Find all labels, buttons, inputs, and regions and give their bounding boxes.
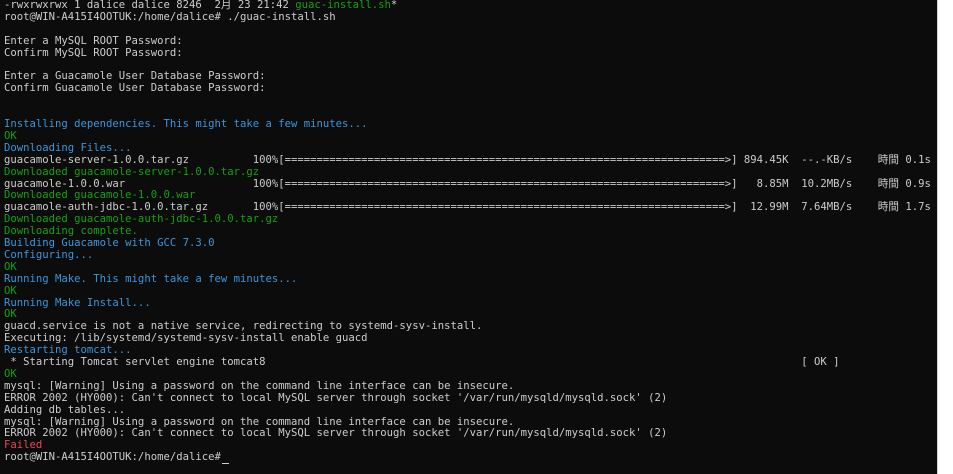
terminal-line: Running Make Install... <box>4 296 151 310</box>
terminal-line: root@WIN-A415I4OOTUK:/home/dalice# <box>4 451 229 465</box>
terminal-text-segment: guacd.service is not a native service, r… <box>4 320 483 333</box>
terminal-text-segment: Configuring... <box>4 248 94 261</box>
terminal-text-segment: guacamole-1.0.0.war 100%[===============… <box>4 177 931 190</box>
terminal-text-segment: mysql: [Warning] Using a password on the… <box>4 415 515 428</box>
terminal-text-segment: mysql: [Warning] Using a password on the… <box>4 379 515 392</box>
terminal-text-segment: OK <box>4 367 17 380</box>
terminal-text-segment: Enter a MySQL ROOT Password: <box>4 34 183 47</box>
terminal-scrollbar[interactable] <box>937 0 953 474</box>
terminal-text-segment: Downloaded guacamole-server-1.0.0.tar.gz <box>4 165 260 178</box>
terminal-text-segment: OK <box>4 308 17 321</box>
terminal-text-segment: Confirm MySQL ROOT Password: <box>4 46 183 59</box>
terminal-text-segment: Running Make Install... <box>4 296 151 309</box>
terminal-text-segment: Downloading complete. <box>4 225 138 238</box>
terminal-text-segment: OK <box>4 284 17 297</box>
terminal-line: Installing dependencies. This might take… <box>4 118 368 131</box>
terminal-text-segment: root@WIN-A415I4OOTUK:/home/dalice# <box>4 451 221 464</box>
terminal-text-segment: Restarting tomcat... <box>4 344 132 357</box>
terminal-line: Configuring... <box>4 248 94 262</box>
terminal-text-segment: root@WIN-A415I4OOTUK:/home/dalice# ./gua… <box>4 10 336 23</box>
terminal-text-segment: Installing dependencies. This might take… <box>4 118 368 130</box>
terminal-line: * Starting Tomcat servlet engine tomcat8… <box>4 356 840 369</box>
terminal-text-segment: Enter a Guacamole User Database Password… <box>4 70 266 83</box>
terminal-line: ERROR 2002 (HY000): Can't connect to loc… <box>4 427 668 440</box>
terminal-line: Confirm Guacamole User Database Password… <box>4 82 266 95</box>
terminal-text-segment: OK <box>4 260 17 273</box>
terminal-text-segment: guacamole-auth-jdbc-1.0.0.tar.gz 100%[==… <box>4 201 931 214</box>
terminal-text-segment: guac-install.sh <box>295 0 391 11</box>
terminal-text-segment: Failed <box>4 439 43 452</box>
terminal-text-segment: OK <box>4 129 17 142</box>
terminal-text-segment: ERROR 2002 (HY000): Can't connect to loc… <box>4 427 668 440</box>
terminal-text-segment: Adding db tables... <box>4 403 126 416</box>
terminal-text-segment: Downloaded guacamole-1.0.0.war <box>4 189 196 202</box>
terminal-text-segment: Downloading Files... <box>4 141 132 154</box>
terminal-text-segment: Running Make. This might take a few minu… <box>4 272 298 285</box>
terminal-text-segment: guacamole-server-1.0.0.tar.gz 100%[=====… <box>4 153 931 166</box>
terminal-line: Running Make. This might take a few minu… <box>4 272 298 286</box>
terminal-line: root@WIN-A415I4OOTUK:/home/dalice# ./gua… <box>4 10 336 24</box>
text-cursor <box>221 463 229 465</box>
terminal-text-segment: * Starting Tomcat servlet engine tomcat8… <box>4 356 840 368</box>
terminal-text-segment: Building Guacamole with GCC 7.3.0 <box>4 237 215 249</box>
terminal-window[interactable]: -rwxrwxrwx 1 dalice dalice 8246 2月 23 21… <box>0 0 937 474</box>
terminal-text-segment: * <box>390 0 398 11</box>
terminal-text-segment: ERROR 2002 (HY000): Can't connect to loc… <box>4 391 668 404</box>
terminal-text-segment: -rwxrwxrwx 1 dalice dalice 8246 2月 23 21… <box>4 0 296 11</box>
terminal-text-segment: Executing: /lib/systemd/systemd-sysv-ins… <box>4 332 368 345</box>
terminal-line: Confirm MySQL ROOT Password: <box>4 46 183 60</box>
terminal-text-segment: Confirm Guacamole User Database Password… <box>4 82 266 95</box>
terminal-text-segment: Downloaded guacamole-auth-jdbc-1.0.0.tar… <box>4 213 279 226</box>
